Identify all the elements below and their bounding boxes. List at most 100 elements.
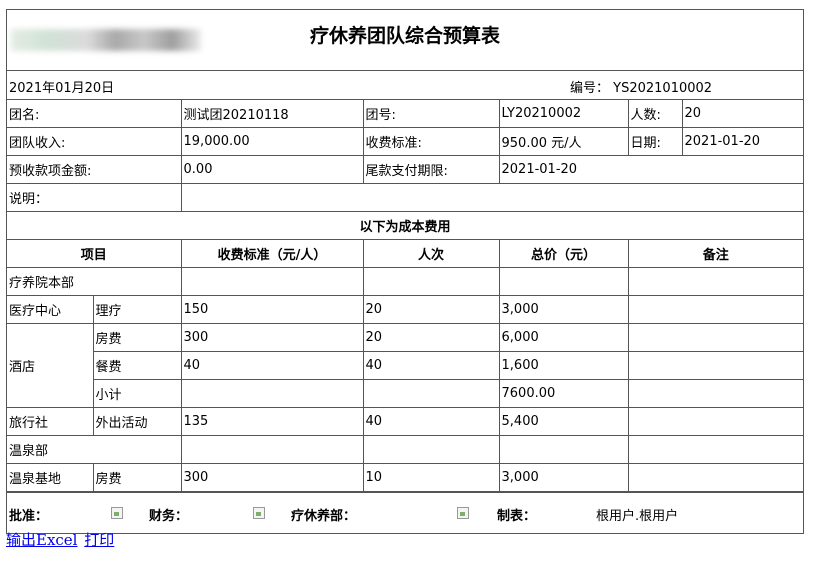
row-fee-std: 135: [180, 407, 364, 436]
dept-signature-image: [455, 505, 471, 521]
action-links: 输出Excel 打印: [6, 529, 116, 550]
income-label: 团队收入:: [7, 127, 182, 156]
table-row: 小计 7600.00: [7, 379, 804, 408]
col-header-fee-std: 收费标准（元/人）: [180, 239, 364, 268]
row-total: 6,000: [498, 323, 629, 352]
col-header-count: 人次: [362, 239, 500, 268]
approve-signature-image: [109, 505, 125, 521]
table-row: 餐费 40 40 1,600: [7, 351, 804, 380]
row-group: 温泉基地: [7, 463, 94, 492]
document-number: 编号： YS2021010002: [570, 77, 712, 96]
income-value: 19,000.00: [180, 127, 364, 156]
deadline-value: 2021-01-20: [498, 155, 804, 184]
budget-table: 团名: 测试团20210118 团号: LY20210002 人数: 20 团队…: [7, 100, 804, 492]
row-remark: [627, 295, 804, 324]
row-fee-std: 300: [180, 323, 364, 352]
row-total: 1,600: [498, 351, 629, 380]
budget-sheet: 疗休养团队综合预算表 2021年01月20日 编号： YS2021010002 …: [6, 9, 804, 534]
dept-label: 疗休养部：: [291, 509, 357, 524]
row-item: 房费: [92, 323, 182, 352]
document-number-label: 编号：: [570, 81, 610, 96]
row-group: 旅行社: [7, 407, 94, 436]
row-total: [498, 267, 629, 296]
group-no-value: LY20210002: [498, 100, 629, 128]
maker-name: 根用户.根用户: [596, 509, 679, 524]
table-row: 旅行社 外出活动 135 40 5,400: [7, 407, 804, 436]
date-value: 2021-01-20: [681, 127, 804, 156]
row-fee-std: 150: [180, 295, 364, 324]
row-remark: [627, 435, 804, 464]
table-row: 医疗中心 理疗 150 20 3,000: [7, 295, 804, 324]
group-name-value: 测试团20210118: [180, 100, 364, 128]
table-row: 疗养院本部: [7, 267, 804, 296]
row-count: 10: [362, 463, 500, 492]
row-remark: [627, 351, 804, 380]
row-item: 餐费: [93, 351, 182, 380]
report-date: 2021年01月20日: [9, 81, 115, 96]
group-no-label: 团号:: [362, 100, 500, 128]
row-total: 3,000: [498, 463, 629, 492]
cost-section-title: 以下为成本费用: [7, 211, 804, 240]
row-remark: [627, 267, 804, 296]
headcount-label: 人数:: [627, 100, 683, 128]
row-count: 20: [362, 295, 500, 324]
finance-label: 财务：: [149, 509, 189, 524]
row-total: 5,400: [498, 407, 629, 436]
row-total: [498, 435, 629, 464]
fee-std-value: 950.00 元/人: [498, 127, 629, 156]
col-header-total: 总价（元）: [498, 239, 629, 268]
row-count: [362, 435, 500, 464]
note-value: [180, 183, 804, 212]
row-item: 房费: [92, 463, 182, 492]
cost-column-headers: 项目 收费标准（元/人） 人次 总价（元） 备注: [7, 239, 804, 268]
row-count: 40: [362, 351, 500, 380]
row-count: [362, 379, 500, 408]
export-excel-link[interactable]: 输出Excel: [6, 531, 78, 549]
table-row: 酒店 房费 300 20 6,000: [7, 323, 804, 408]
info-row-income: 团队收入: 19,000.00 收费标准: 950.00 元/人 日期: 202…: [7, 127, 804, 156]
approve-label: 批准：: [9, 509, 49, 524]
info-row-group: 团名: 测试团20210118 团号: LY20210002 人数: 20: [7, 100, 804, 128]
cost-section-header: 以下为成本费用: [7, 211, 804, 240]
info-row-note: 说明：: [7, 183, 804, 212]
note-label: 说明：: [7, 183, 182, 212]
signature-row: 批准： 财务： 疗休养部： 制表： 根用户.根用户: [7, 492, 803, 533]
prepaid-value: 0.00: [180, 155, 364, 184]
row-remark: [627, 379, 804, 408]
row-remark: [627, 407, 804, 436]
row-fee-std: [180, 267, 364, 296]
document-number-value: YS2021010002: [613, 81, 713, 96]
row-fee-std: 300: [180, 463, 364, 492]
row-remark: [627, 323, 804, 352]
date-row: 2021年01月20日 编号： YS2021010002: [7, 71, 803, 100]
title-row: 疗休养团队综合预算表: [7, 10, 803, 71]
maker-label: 制表：: [497, 509, 537, 524]
print-link[interactable]: 打印: [84, 531, 114, 549]
table-row: 温泉基地 房费 300 10 3,000: [7, 463, 804, 492]
row-fee-std: 40: [180, 351, 364, 380]
row-remark: [627, 463, 804, 492]
row-item: 外出活动: [92, 407, 182, 436]
row-total: 7600.00: [498, 379, 629, 408]
row-count: 20: [362, 323, 500, 352]
group-name-label: 团名:: [7, 100, 182, 128]
info-row-prepaid: 预收款项金额: 0.00 尾款支付期限: 2021-01-20: [7, 155, 804, 184]
fee-std-label: 收费标准:: [362, 127, 500, 156]
date-label: 日期:: [627, 127, 683, 156]
row-item: 小计: [93, 379, 182, 408]
table-row: 温泉部: [7, 435, 804, 464]
row-total: 3,000: [498, 295, 629, 324]
row-group: 酒店: [7, 323, 94, 408]
row-fee-std: [180, 435, 364, 464]
page-title: 疗休养团队综合预算表: [309, 25, 500, 47]
headcount-value: 20: [681, 100, 804, 128]
col-header-item: 项目: [7, 239, 182, 268]
prepaid-label: 预收款项金额:: [7, 155, 182, 184]
row-count: [362, 267, 500, 296]
finance-signature-image: [251, 505, 267, 521]
deadline-label: 尾款支付期限:: [362, 155, 500, 184]
row-fee-std: [180, 379, 364, 408]
row-group: 疗养院本部: [7, 267, 182, 296]
row-count: 40: [362, 407, 500, 436]
row-group: 医疗中心: [7, 295, 94, 324]
